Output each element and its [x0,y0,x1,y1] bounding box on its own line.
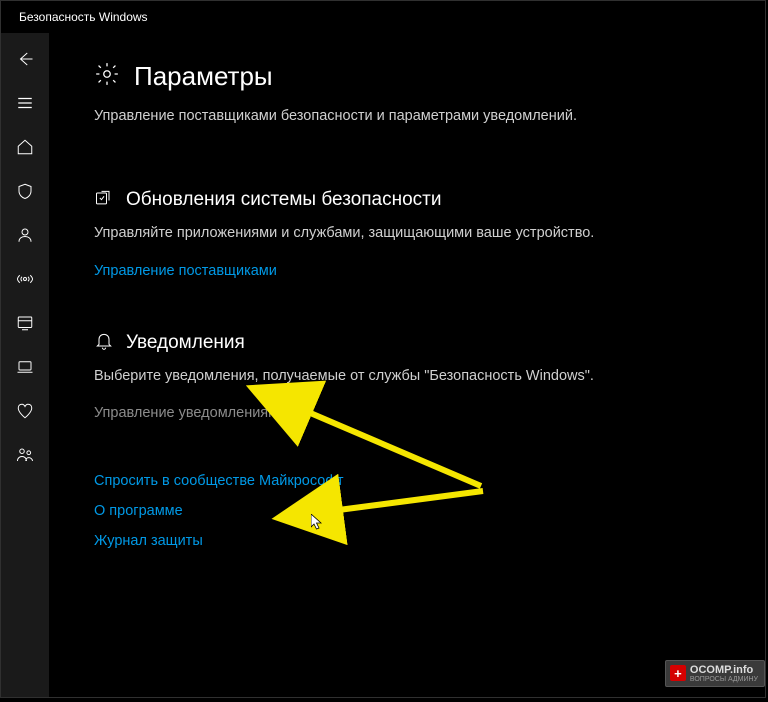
gear-icon [94,61,120,92]
manage-providers-link[interactable]: Управление поставщиками [94,263,727,279]
watermark-main: OCOMP.info [690,664,758,676]
manage-notifications-link[interactable]: Управление уведомлениями [94,405,727,421]
nav-account-protection[interactable] [1,215,49,259]
section-title-updates: Обновления системы безопасности [126,189,442,211]
watermark-badge: + OCOMP.info ВОПРОСЫ АДМИНУ [665,660,765,687]
page-title: Параметры [134,61,273,92]
about-link[interactable]: О программе [94,503,727,519]
page-subtitle: Управление поставщиками безопасности и п… [94,106,654,128]
section-desc-notifications: Выберите уведомления, получаемые от служ… [94,366,634,388]
menu-button[interactable] [1,83,49,127]
nav-home[interactable] [1,127,49,171]
main-content: Параметры Управление поставщиками безопа… [49,33,765,697]
watermark-sub: ВОПРОСЫ АДМИНУ [690,676,758,683]
section-security-updates: Обновления системы безопасности Управляй… [94,188,727,279]
shield-icon [16,182,34,205]
back-arrow-icon [16,50,34,73]
nav-app-control[interactable] [1,303,49,347]
bell-icon [94,331,114,356]
home-icon [16,138,34,161]
watermark-plus-icon: + [670,665,686,681]
nav-virus-protection[interactable] [1,171,49,215]
window-titlebar: Безопасность Windows [1,1,765,33]
footer-links: Спросить в сообществе Майкрософт О прогр… [94,473,727,549]
heart-icon [16,402,34,425]
nav-device-health[interactable] [1,391,49,435]
history-link[interactable]: Журнал защиты [94,533,727,549]
nav-family-options[interactable] [1,435,49,479]
community-link[interactable]: Спросить в сообществе Майкрософт [94,473,727,489]
hamburger-icon [16,94,34,117]
section-notifications: Уведомления Выберите уведомления, получа… [94,331,727,422]
sidebar [1,33,49,697]
section-title-notifications: Уведомления [126,332,245,354]
app-control-icon [16,314,34,337]
sync-shield-icon [94,188,114,213]
family-icon [16,446,34,469]
nav-firewall[interactable] [1,259,49,303]
network-icon [16,270,34,293]
window-title: Безопасность Windows [19,10,148,24]
person-icon [16,226,34,249]
section-desc-updates: Управляйте приложениями и службами, защи… [94,223,634,245]
back-button[interactable] [1,39,49,83]
nav-device-security[interactable] [1,347,49,391]
laptop-icon [16,358,34,381]
